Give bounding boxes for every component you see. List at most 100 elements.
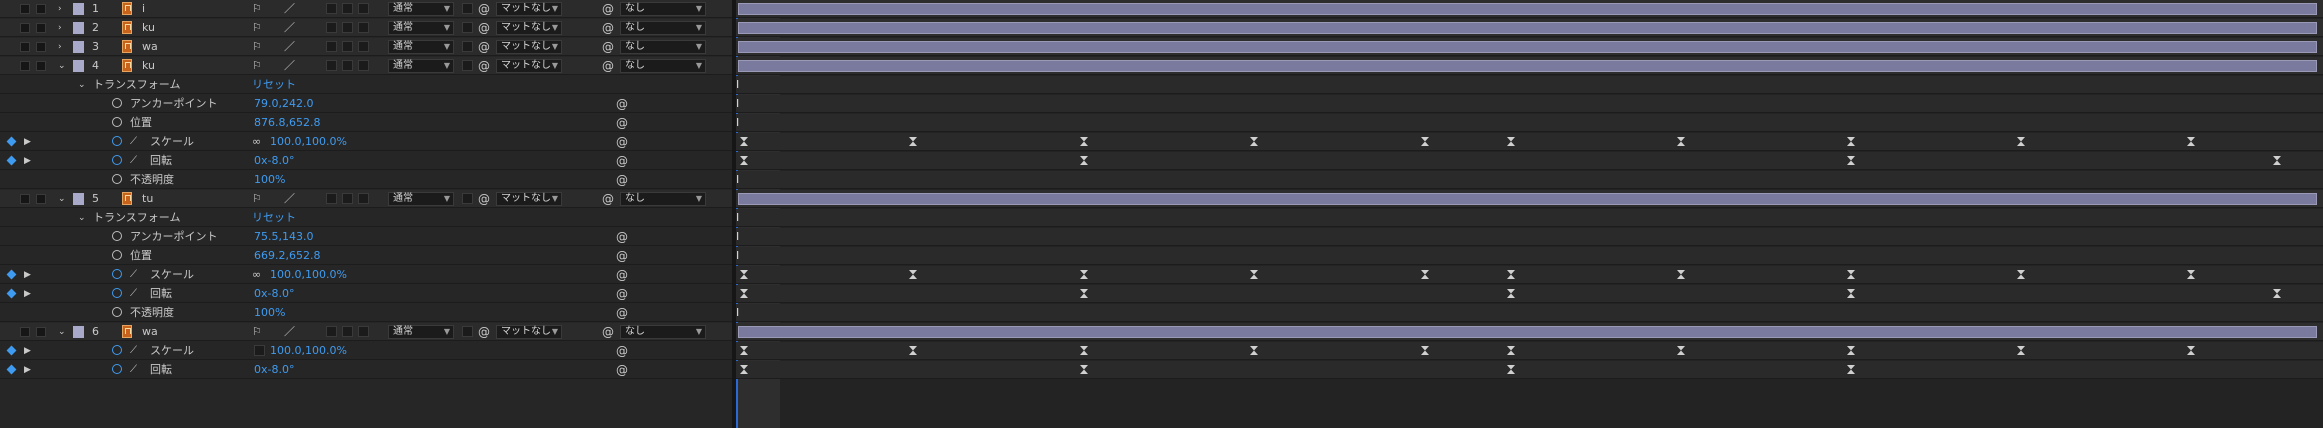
mode-dropdown[interactable]: 通常 ▼: [388, 40, 454, 54]
layer-name[interactable]: wa: [142, 323, 158, 341]
graph-icon[interactable]: ⟋: [130, 155, 137, 167]
layer-row[interactable]: › 3 wa ⚐ ／通常 ▼ @ マットなし ▼ @ なし ▼: [0, 38, 732, 56]
expression-pickwhip-icon[interactable]: @: [616, 116, 628, 130]
layer-duration-bar[interactable]: [738, 3, 2317, 15]
expression-pickwhip-icon[interactable]: @: [616, 287, 628, 301]
mode-dropdown[interactable]: 通常 ▼: [388, 59, 454, 73]
pickwhip-icon[interactable]: @: [478, 59, 490, 73]
transform-group-row[interactable]: ⌄ トランスフォーム リセット: [0, 76, 732, 94]
keyframe[interactable]: [1507, 289, 1515, 298]
reset-link[interactable]: リセット: [252, 76, 296, 94]
lock-switch[interactable]: [36, 194, 46, 204]
stopwatch-icon[interactable]: [112, 364, 122, 374]
expression-pickwhip-icon[interactable]: @: [616, 97, 628, 111]
label-color-chip[interactable]: [73, 41, 84, 53]
layer-duration-bar[interactable]: [738, 22, 2317, 34]
keyframe-nav-icon[interactable]: [6, 136, 17, 147]
property-row[interactable]: ▶ ⟋ 回転 0x-8.0° @: [0, 152, 732, 170]
shy-icon[interactable]: ⚐: [252, 57, 262, 75]
keyframe[interactable]: [2187, 346, 2195, 355]
property-row[interactable]: ▶ ⟋ スケール 100.0,100.0% @: [0, 342, 732, 360]
graph-icon[interactable]: ⟋: [130, 364, 137, 376]
property-value[interactable]: 100%: [254, 304, 285, 322]
keyframe[interactable]: [1080, 156, 1088, 165]
keyframe[interactable]: [1080, 137, 1088, 146]
stopwatch-icon[interactable]: [112, 269, 122, 279]
layer-name[interactable]: wa: [142, 38, 158, 56]
pen-icon[interactable]: ／: [284, 38, 295, 56]
layer-name[interactable]: ku: [142, 57, 155, 75]
solo-switch[interactable]: [20, 23, 30, 33]
switch-box[interactable]: [358, 22, 369, 33]
track-matte-box[interactable]: [462, 3, 473, 14]
keyframe-nav-icon[interactable]: [6, 364, 17, 375]
pen-icon[interactable]: ／: [284, 0, 295, 18]
expression-pickwhip-icon[interactable]: @: [616, 249, 628, 263]
switch-box[interactable]: [342, 3, 353, 14]
expression-pickwhip-icon[interactable]: @: [616, 344, 628, 358]
matte-dropdown[interactable]: マットなし ▼: [496, 21, 562, 35]
keyframe[interactable]: [1507, 365, 1515, 374]
property-value[interactable]: 100%: [254, 171, 285, 189]
parent-pickwhip-icon[interactable]: @: [602, 21, 614, 35]
parent-dropdown[interactable]: なし ▼: [620, 192, 706, 206]
parent-dropdown[interactable]: なし ▼: [620, 2, 706, 16]
switch-box[interactable]: [326, 60, 337, 71]
switch-box[interactable]: [326, 41, 337, 52]
layer-name[interactable]: i: [142, 0, 145, 18]
stopwatch-icon[interactable]: [112, 174, 122, 184]
property-value[interactable]: 100.0,100.0%: [270, 342, 347, 360]
track-matte-box[interactable]: [462, 60, 473, 71]
link-icon[interactable]: ∞: [252, 266, 261, 284]
keyframe[interactable]: [1507, 137, 1515, 146]
keyframe[interactable]: [909, 346, 917, 355]
switch-box[interactable]: [326, 22, 337, 33]
collapse-arrow-icon[interactable]: ⌄: [78, 212, 86, 224]
switch-box[interactable]: [358, 326, 369, 337]
keyframe[interactable]: [1421, 270, 1429, 279]
switch-box[interactable]: [342, 22, 353, 33]
stopwatch-icon[interactable]: [112, 117, 122, 127]
matte-dropdown[interactable]: マットなし ▼: [496, 40, 562, 54]
keyframe[interactable]: [740, 156, 748, 165]
keyframe[interactable]: [2017, 137, 2025, 146]
expression-pickwhip-icon[interactable]: @: [616, 173, 628, 187]
keyframe-nav-icon[interactable]: [6, 345, 17, 356]
property-row[interactable]: 不透明度 100% @: [0, 304, 732, 322]
layer-row[interactable]: ⌄ 6 wa ⚐ ／通常 ▼ @ マットなし ▼ @ なし ▼: [0, 323, 732, 341]
property-row[interactable]: アンカーポイント 79.0,242.0 @: [0, 95, 732, 113]
keyframe[interactable]: [2187, 270, 2195, 279]
keyframe[interactable]: [1250, 270, 1258, 279]
expression-pickwhip-icon[interactable]: @: [616, 135, 628, 149]
pickwhip-icon[interactable]: @: [478, 40, 490, 54]
layer-row[interactable]: › 1 i ⚐ ／通常 ▼ @ マットなし ▼ @ なし ▼: [0, 0, 732, 18]
solo-switch[interactable]: [20, 61, 30, 71]
solo-switch[interactable]: [20, 194, 30, 204]
graph-icon[interactable]: ⟋: [130, 269, 137, 281]
parent-dropdown[interactable]: なし ▼: [620, 21, 706, 35]
layer-duration-bar[interactable]: [738, 60, 2317, 72]
expand-arrow-icon[interactable]: ▶: [24, 155, 31, 167]
pen-icon[interactable]: ／: [284, 57, 295, 75]
shy-icon[interactable]: ⚐: [252, 323, 262, 341]
label-color-chip[interactable]: [73, 3, 84, 15]
expand-arrow-icon[interactable]: ›: [58, 41, 62, 53]
keyframe[interactable]: [1507, 346, 1515, 355]
link-icon[interactable]: ∞: [252, 133, 261, 151]
keyframe-nav-icon[interactable]: [6, 269, 17, 280]
expand-arrow-icon[interactable]: ▶: [24, 345, 31, 357]
stopwatch-icon[interactable]: [112, 136, 122, 146]
mode-dropdown[interactable]: 通常 ▼: [388, 21, 454, 35]
expand-arrow-icon[interactable]: ▶: [24, 288, 31, 300]
keyframe[interactable]: [740, 346, 748, 355]
property-value[interactable]: 0x-8.0°: [254, 285, 294, 303]
keyframe-nav-icon[interactable]: [6, 288, 17, 299]
stopwatch-icon[interactable]: [112, 231, 122, 241]
property-value[interactable]: 876.8,652.8: [254, 114, 320, 132]
solo-switch[interactable]: [20, 327, 30, 337]
keyframe[interactable]: [909, 137, 917, 146]
parent-pickwhip-icon[interactable]: @: [602, 2, 614, 16]
shy-icon[interactable]: ⚐: [252, 19, 262, 37]
track-matte-box[interactable]: [462, 22, 473, 33]
matte-dropdown[interactable]: マットなし ▼: [496, 192, 562, 206]
